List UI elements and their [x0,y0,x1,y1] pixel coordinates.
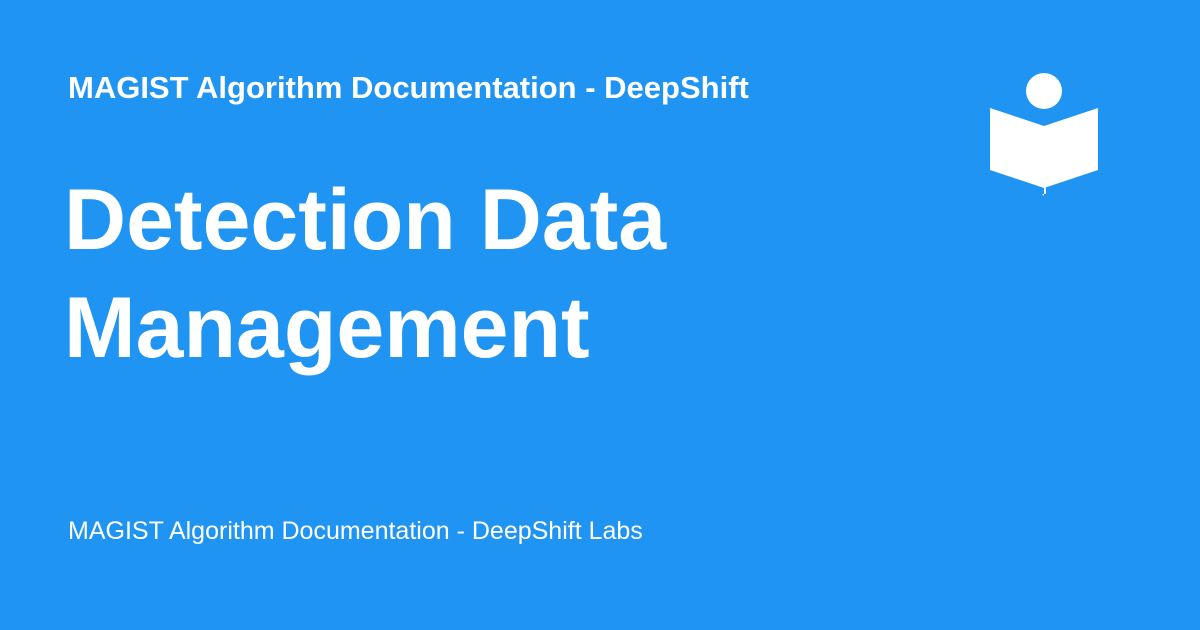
footer-text: MAGIST Algorithm Documentation - DeepShi… [68,517,643,545]
social-card: MAGIST Algorithm Documentation - DeepShi… [0,0,1200,630]
page-title: Detection Data Management [64,172,667,376]
reader-book-icon [990,73,1098,196]
site-title: MAGIST Algorithm Documentation - DeepShi… [68,70,749,105]
